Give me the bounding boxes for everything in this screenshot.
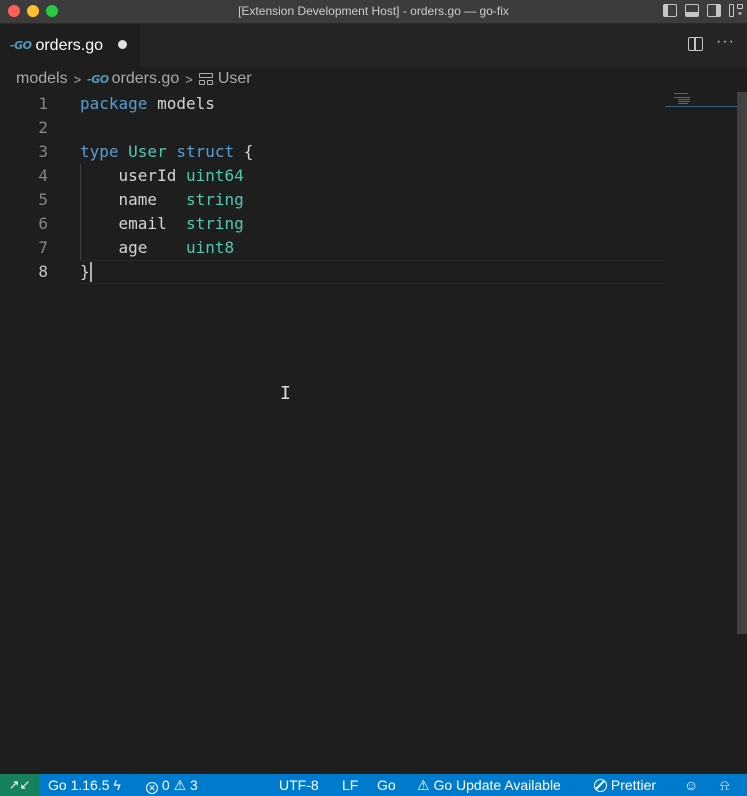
line-number: 3 bbox=[38, 142, 48, 161]
warning-icon: ⚠ bbox=[173, 777, 187, 793]
line-number: 5 bbox=[38, 190, 48, 209]
keyword: package bbox=[80, 94, 148, 113]
warning-count: 3 bbox=[190, 777, 198, 793]
split-editor-icon[interactable] bbox=[688, 37, 703, 51]
type-name: User bbox=[118, 142, 177, 161]
warning-icon: ⚠ bbox=[417, 777, 430, 793]
code-line[interactable]: 7 age uint8 bbox=[0, 236, 665, 260]
go-update-label: Go Update Available bbox=[433, 777, 561, 793]
tab-label: orders.go bbox=[35, 36, 104, 54]
go-version-status[interactable]: Go 1.16.5 ϟ bbox=[48, 777, 121, 793]
feedback-icon[interactable]: ☺ bbox=[684, 777, 698, 793]
code-line[interactable]: 3 type User struct { bbox=[0, 140, 665, 164]
chevron-right-icon: > bbox=[73, 71, 82, 87]
code-line[interactable]: 5 name string bbox=[0, 188, 665, 212]
keyword: struct bbox=[176, 142, 235, 161]
prettier-disabled-icon bbox=[594, 779, 607, 792]
error-icon: ✕ bbox=[146, 782, 158, 794]
breadcrumb-symbol[interactable]: User bbox=[218, 70, 252, 88]
tab-bar: -GO orders.go ··· bbox=[0, 24, 747, 67]
code-line[interactable]: 2 bbox=[0, 116, 665, 140]
status-bar: ↗↙ Go 1.16.5 ϟ ✕ 0 ⚠ 3 UTF-8 LF Go ⚠ Go … bbox=[0, 774, 747, 796]
code-line[interactable]: 8 } bbox=[0, 260, 665, 284]
field-name: name bbox=[80, 190, 186, 209]
chevron-right-icon: > bbox=[185, 71, 193, 87]
unsaved-dot-icon[interactable] bbox=[118, 40, 127, 49]
go-version-label: Go 1.16.5 bbox=[48, 777, 110, 793]
line-number: 4 bbox=[38, 166, 48, 185]
encoding-status[interactable]: UTF-8 bbox=[279, 777, 319, 793]
code-line[interactable]: 6 email string bbox=[0, 212, 665, 236]
keyword: type bbox=[80, 142, 119, 161]
struct-symbol-icon bbox=[198, 72, 215, 86]
remote-indicator[interactable]: ↗↙ bbox=[0, 774, 39, 796]
minimap[interactable] bbox=[672, 92, 732, 112]
line-number: 7 bbox=[38, 238, 48, 257]
code-line[interactable]: 4 userId uint64 bbox=[0, 164, 665, 188]
line-number: 6 bbox=[38, 214, 48, 233]
field-type: string bbox=[185, 190, 244, 209]
line-number: 2 bbox=[38, 118, 48, 137]
breadcrumb-file[interactable]: orders.go bbox=[112, 70, 180, 88]
line-number: 8 bbox=[38, 262, 48, 281]
breadcrumb-folder[interactable]: models bbox=[16, 70, 68, 88]
line-number: 1 bbox=[38, 94, 48, 113]
punctuation: { bbox=[234, 142, 254, 161]
field-type: uint8 bbox=[185, 238, 235, 257]
title-bar: [Extension Development Host] - orders.go… bbox=[0, 0, 747, 24]
go-file-icon: -GO bbox=[10, 39, 32, 52]
problems-status[interactable]: ✕ 0 ⚠ 3 bbox=[146, 777, 198, 794]
eol-status[interactable]: LF bbox=[342, 777, 358, 793]
prettier-label: Prettier bbox=[610, 777, 657, 793]
go-file-icon: -GO bbox=[87, 72, 109, 86]
field-type: uint64 bbox=[185, 166, 244, 185]
toggle-primary-sidebar-icon[interactable] bbox=[663, 4, 677, 17]
code-editor[interactable]: 1 package models 2 3 type User struct { … bbox=[0, 92, 747, 774]
window-title: [Extension Development Host] - orders.go… bbox=[238, 4, 509, 18]
text-cursor bbox=[90, 262, 92, 282]
ibeam-cursor-icon: I bbox=[280, 383, 291, 404]
more-actions-icon[interactable]: ··· bbox=[716, 33, 735, 51]
field-name: userId bbox=[80, 166, 186, 185]
punctuation: } bbox=[80, 262, 90, 281]
tab-orders-go[interactable]: -GO orders.go bbox=[0, 24, 140, 67]
code-line[interactable]: 1 package models bbox=[0, 92, 665, 116]
toggle-secondary-sidebar-icon[interactable] bbox=[707, 4, 721, 17]
go-update-status[interactable]: ⚠ Go Update Available bbox=[417, 777, 561, 794]
lightning-icon: ϟ bbox=[113, 777, 121, 793]
notifications-bell-icon[interactable]: ⍾ bbox=[720, 777, 729, 794]
prettier-status[interactable]: Prettier bbox=[594, 777, 656, 793]
remote-icon: ↗↙ bbox=[8, 777, 31, 792]
field-name: email bbox=[80, 214, 186, 233]
toggle-panel-icon[interactable] bbox=[685, 4, 699, 17]
field-name: age bbox=[80, 238, 186, 257]
error-count: 0 bbox=[161, 777, 170, 793]
customize-layout-icon[interactable] bbox=[729, 4, 743, 17]
language-mode-status[interactable]: Go bbox=[377, 777, 396, 793]
breadcrumb: models > -GO orders.go > User bbox=[16, 68, 252, 90]
field-type: string bbox=[185, 214, 244, 233]
vertical-scrollbar[interactable] bbox=[737, 92, 747, 634]
identifier: models bbox=[147, 94, 215, 113]
